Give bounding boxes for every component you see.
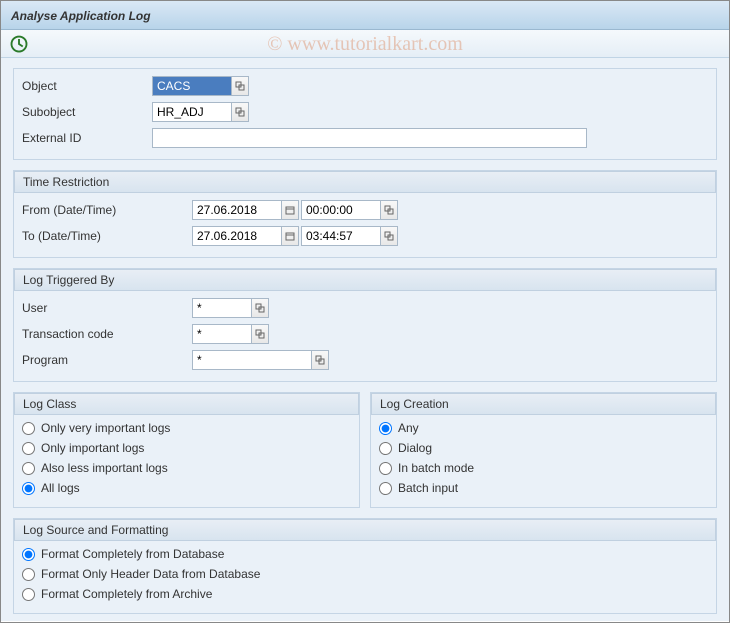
user-label: User — [22, 301, 192, 315]
to-time-f4-button[interactable] — [380, 226, 398, 246]
search-help-icon — [235, 107, 245, 117]
log-creation-label[interactable]: Dialog — [398, 441, 432, 455]
subobject-label: Subobject — [22, 105, 152, 119]
tcode-label: Transaction code — [22, 327, 192, 341]
search-help-icon — [255, 303, 265, 313]
log-creation-radio[interactable] — [379, 442, 392, 455]
time-restriction-group: Time Restriction From (Date/Time) To (Da… — [13, 170, 717, 258]
user-f4-button[interactable] — [251, 298, 269, 318]
log-creation-label[interactable]: Batch input — [398, 481, 458, 495]
log-source-option[interactable]: Format Only Header Data from Database — [22, 567, 708, 581]
program-label: Program — [22, 353, 192, 367]
log-class-label[interactable]: Also less important logs — [41, 461, 168, 475]
program-f4-button[interactable] — [311, 350, 329, 370]
top-fields-group: Object Subobject External ID — [13, 68, 717, 160]
log-class-option[interactable]: Only very important logs — [22, 421, 351, 435]
log-creation-group: Log Creation Any Dialog In batch mode Batch… — [370, 392, 717, 508]
search-help-icon — [384, 205, 394, 215]
from-date-input[interactable] — [192, 200, 282, 220]
log-source-radio[interactable] — [22, 588, 35, 601]
log-class-group: Log Class Only very important logs Only i… — [13, 392, 360, 508]
subobject-f4-button[interactable] — [231, 102, 249, 122]
log-class-title: Log Class — [14, 393, 359, 415]
toolbar — [1, 30, 729, 58]
to-time-input[interactable] — [301, 226, 381, 246]
from-time-f4-button[interactable] — [380, 200, 398, 220]
log-source-radio[interactable] — [22, 568, 35, 581]
log-class-option[interactable]: All logs — [22, 481, 351, 495]
external-id-input[interactable] — [152, 128, 587, 148]
log-triggered-by-title: Log Triggered By — [14, 269, 716, 291]
log-creation-option[interactable]: Dialog — [379, 441, 708, 455]
execute-button[interactable] — [9, 34, 29, 54]
log-creation-option[interactable]: In batch mode — [379, 461, 708, 475]
log-creation-title: Log Creation — [371, 393, 716, 415]
user-input[interactable] — [192, 298, 252, 318]
to-label: To (Date/Time) — [22, 229, 192, 243]
page-title: Analyse Application Log — [11, 9, 151, 23]
search-help-icon — [315, 355, 325, 365]
log-source-label[interactable]: Format Only Header Data from Database — [41, 567, 260, 581]
log-source-option[interactable]: Format Completely from Database — [22, 547, 708, 561]
log-class-option[interactable]: Only important logs — [22, 441, 351, 455]
title-bar: Analyse Application Log — [1, 1, 729, 30]
log-source-label[interactable]: Format Completely from Database — [41, 547, 224, 561]
object-f4-button[interactable] — [231, 76, 249, 96]
log-creation-label[interactable]: Any — [398, 421, 419, 435]
log-class-label[interactable]: Only very important logs — [41, 421, 170, 435]
log-class-label[interactable]: Only important logs — [41, 441, 144, 455]
to-date-input[interactable] — [192, 226, 282, 246]
log-source-label[interactable]: Format Completely from Archive — [41, 587, 212, 601]
log-class-radio[interactable] — [22, 482, 35, 495]
from-date-f4-button[interactable] — [281, 200, 299, 220]
log-creation-radio[interactable] — [379, 482, 392, 495]
tcode-input[interactable] — [192, 324, 252, 344]
log-class-option[interactable]: Also less important logs — [22, 461, 351, 475]
time-restriction-title: Time Restriction — [14, 171, 716, 193]
content-area: Object Subobject External ID Time Restri… — [1, 58, 729, 621]
search-help-icon — [384, 231, 394, 241]
from-time-input[interactable] — [301, 200, 381, 220]
log-class-radio[interactable] — [22, 422, 35, 435]
external-id-label: External ID — [22, 131, 152, 145]
program-input[interactable] — [192, 350, 312, 370]
log-class-label[interactable]: All logs — [41, 481, 80, 495]
search-help-icon — [255, 329, 265, 339]
log-class-radio[interactable] — [22, 462, 35, 475]
calendar-icon — [285, 205, 295, 215]
log-source-title: Log Source and Formatting — [14, 519, 716, 541]
search-help-icon — [235, 81, 245, 91]
tcode-f4-button[interactable] — [251, 324, 269, 344]
from-label: From (Date/Time) — [22, 203, 192, 217]
log-creation-radio[interactable] — [379, 462, 392, 475]
log-source-option[interactable]: Format Completely from Archive — [22, 587, 708, 601]
log-creation-option[interactable]: Any — [379, 421, 708, 435]
log-triggered-by-group: Log Triggered By User Transaction code P… — [13, 268, 717, 382]
log-creation-label[interactable]: In batch mode — [398, 461, 474, 475]
subobject-input[interactable] — [152, 102, 232, 122]
clock-execute-icon — [9, 34, 29, 54]
object-label: Object — [22, 79, 152, 93]
log-class-radio[interactable] — [22, 442, 35, 455]
calendar-icon — [285, 231, 295, 241]
to-date-f4-button[interactable] — [281, 226, 299, 246]
log-source-group: Log Source and Formatting Format Complet… — [13, 518, 717, 614]
log-creation-radio[interactable] — [379, 422, 392, 435]
log-creation-option[interactable]: Batch input — [379, 481, 708, 495]
log-source-radio[interactable] — [22, 548, 35, 561]
object-input[interactable] — [152, 76, 232, 96]
